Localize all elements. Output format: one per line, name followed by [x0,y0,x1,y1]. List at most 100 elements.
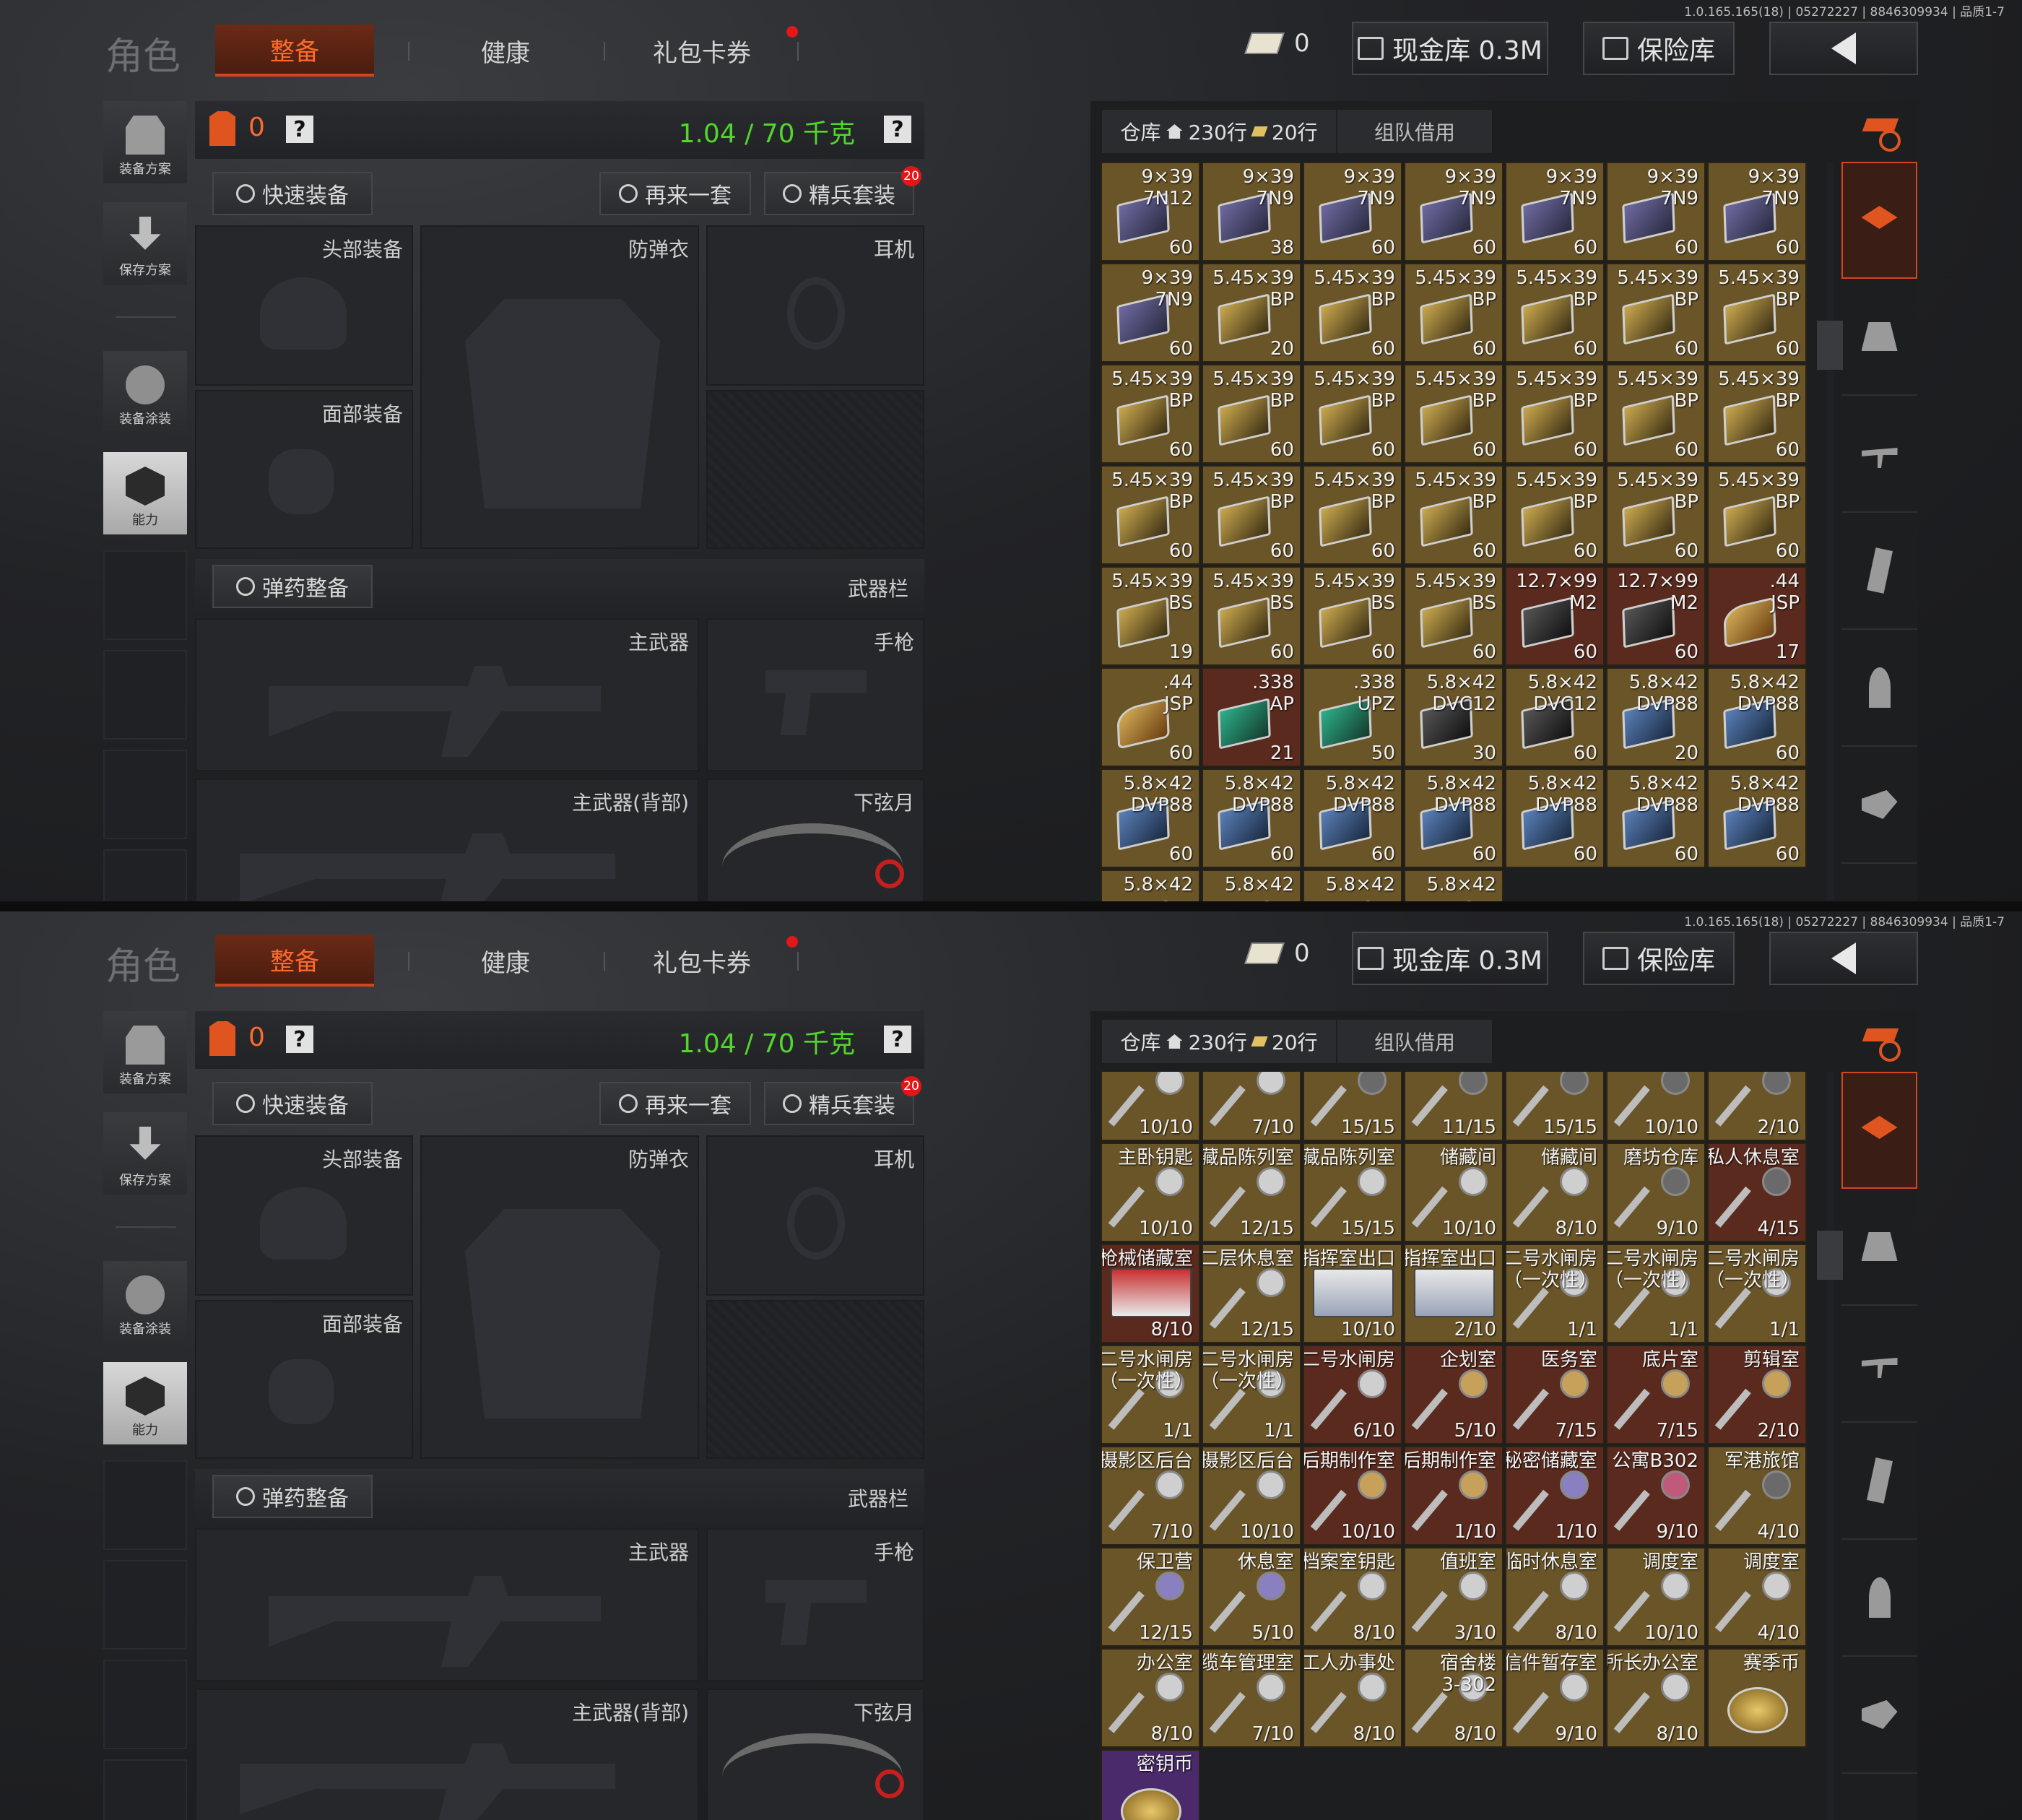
ammo-item[interactable]: 9×39 7N9 38 [1202,162,1301,261]
ammo-item[interactable]: 5.45×39 BP 60 [1202,364,1301,464]
ammo-item[interactable]: 5.8×42 DVP88 60 [1404,768,1504,868]
key-item[interactable]: 磨坊仓库 9/10 [1606,1143,1706,1242]
cash-vault-button[interactable]: 现金库 0.3M [1352,932,1548,985]
ammo-item[interactable]: 9×39 7N12 60 [1101,162,1200,261]
ammo-prep-button[interactable]: 弹药整备 [212,1475,373,1518]
tab-gift-cards[interactable]: 礼包卡券 [622,25,781,77]
key-item[interactable]: 值班室 3/10 [1404,1547,1504,1647]
cash-vault-button[interactable]: 现金库 0.3M [1352,22,1548,75]
nav-loadout-plan[interactable]: 装备方案 [103,1011,187,1093]
tab-health[interactable]: 健康 [426,25,585,77]
armor-help-icon[interactable]: ? [286,1026,313,1053]
tab-equip[interactable]: 整备 [215,935,374,987]
headset-slot[interactable]: 耳机 [706,225,924,386]
face-gear-slot[interactable]: 面部装备 [195,1300,413,1459]
filter-gear[interactable] [1841,279,1917,396]
ammo-item[interactable]: 5.8×42 DVP88 60 [1606,768,1706,868]
scroll-thumb[interactable] [1817,321,1843,370]
filter-weapons[interactable] [1841,1306,1917,1423]
ammo-item[interactable]: 5.8×42 DVC12 30 [1404,667,1504,767]
key-item[interactable]: 军港旅馆 4/10 [1707,1446,1807,1546]
quick-equip-button[interactable]: 快速装备 [212,1082,373,1125]
safe-box-button[interactable]: 保险库 [1583,932,1735,985]
ammo-item[interactable]: .44 JSP 17 [1707,566,1807,666]
filter-magazines[interactable] [1841,513,1917,630]
key-item[interactable]: 剪辑室 2/10 [1707,1345,1807,1444]
nav-loadout-plan[interactable]: 装备方案 [103,101,187,183]
ammo-item[interactable]: 5.45×39 BP 60 [1606,364,1706,464]
key-item[interactable]: 二号水闸房 （一次性） 1/1 [1505,1244,1605,1343]
nav-save-plan[interactable]: 保存方案 [103,1112,187,1195]
nav-equipment-paint[interactable]: 装备涂装 [103,351,187,433]
head-gear-slot[interactable]: 头部装备 [195,1135,413,1296]
filter-all[interactable] [1841,162,1917,279]
key-item[interactable]: 摄影区后台 7/10 [1101,1446,1200,1546]
pistol-slot[interactable]: 手枪 [706,1528,924,1681]
key-item[interactable]: 公寓B302 9/10 [1606,1446,1706,1546]
scroll-thumb[interactable] [1817,1231,1843,1280]
filter-weapons[interactable] [1841,396,1917,513]
nav-ability[interactable]: 能力 [103,452,187,534]
ammo-item[interactable]: 5.45×39 BP 60 [1404,465,1504,565]
primary-back-slot[interactable]: 主武器(背部) [195,1689,699,1820]
key-item[interactable]: 二层休息室 12/15 [1202,1244,1301,1343]
key-item[interactable]: 15/15 [1505,1072,1605,1141]
key-item[interactable]: 15/15 [1303,1072,1402,1141]
ammo-item[interactable]: 5.45×39 BP 60 [1707,465,1807,565]
coupon-counter[interactable]: 0 [1244,939,1310,968]
coupon-counter[interactable]: 0 [1244,29,1310,58]
key-item[interactable]: 7/10 [1202,1072,1301,1141]
ammo-item[interactable]: .44 JSP 60 [1101,667,1200,767]
key-item[interactable]: 11/15 [1404,1072,1504,1141]
nav-equipment-paint[interactable]: 装备涂装 [103,1261,187,1343]
tab-warehouse[interactable]: 仓库 230行 20行 [1102,1020,1337,1063]
key-item[interactable]: 指挥室出口 10/10 [1303,1244,1402,1343]
ammo-item[interactable]: 9×39 7N9 60 [1404,162,1504,261]
sort-refresh-button[interactable] [1860,108,1905,153]
repeat-loadout-button[interactable]: 再来一套 [599,1082,751,1125]
key-item[interactable]: 档案室钥匙 8/10 [1303,1547,1402,1647]
ammo-item[interactable]: 5.45×39 BP 60 [1202,465,1301,565]
ammo-item[interactable]: 12.7×99 M2 60 [1606,566,1706,666]
key-item[interactable]: 藏品陈列室 12/15 [1202,1143,1301,1242]
ammo-item[interactable]: 9×39 7N9 60 [1606,162,1706,261]
storage-scrollbar[interactable] [1817,162,1843,910]
key-item[interactable]: 二号水闸房 （一次性） 1/1 [1202,1345,1301,1444]
key-item[interactable]: 10/10 [1606,1072,1706,1141]
nav-ability[interactable]: 能力 [103,1362,187,1444]
key-item[interactable]: 枪械储藏室 8/10 [1101,1244,1200,1343]
key-item[interactable]: 二号水闸房 （一次性） 1/1 [1707,1244,1807,1343]
key-item[interactable]: 办公室 8/10 [1101,1648,1200,1748]
ammo-item[interactable]: .338 UPZ 50 [1303,667,1402,767]
key-item[interactable]: 所长办公室 8/10 [1606,1648,1706,1748]
ammo-item[interactable]: 5.45×39 BP 60 [1101,465,1200,565]
key-item[interactable]: 医务室 7/15 [1505,1345,1605,1444]
ammo-item[interactable]: 5.8×42 DVP88 60 [1303,768,1402,868]
key-item[interactable]: 后期制作室 10/10 [1303,1446,1402,1546]
filter-attachments[interactable] [1841,1657,1917,1774]
key-item[interactable]: 二号水闸房 6/10 [1303,1345,1402,1444]
key-item[interactable]: 主卧钥匙 10/10 [1101,1143,1200,1242]
key-item[interactable]: 密钥币 [1101,1749,1200,1820]
melee-slot[interactable]: 下弦月 [706,779,924,910]
filter-ammo[interactable] [1841,1540,1917,1657]
armor-help-icon[interactable]: ? [286,116,313,143]
filter-gear[interactable] [1841,1189,1917,1306]
headset-slot[interactable]: 耳机 [706,1135,924,1296]
tab-equip[interactable]: 整备 [215,25,374,77]
filter-all[interactable] [1841,1072,1917,1189]
ammo-item[interactable]: 5.8×42 DVP88 60 [1101,768,1200,868]
ammo-item[interactable]: 5.8×42 DVP88 60 [1505,768,1605,868]
elite-kit-button[interactable]: 精兵套装 20 [764,1076,921,1125]
ammo-item[interactable]: 5.8×42 DVP88 60 [1707,768,1807,868]
ammo-item[interactable]: 5.8×42 DVP88 60 [1707,667,1807,767]
ammo-item[interactable]: 9×39 7N9 60 [1707,162,1807,261]
tab-team-borrow[interactable]: 组队借用 [1337,1027,1492,1056]
ammo-item[interactable]: 5.45×39 BP 60 [1404,364,1504,464]
ammo-item[interactable]: 5.45×39 BP 60 [1404,263,1504,363]
primary-weapon-slot[interactable]: 主武器 [195,618,699,771]
key-item[interactable]: 休息室 5/10 [1202,1547,1301,1647]
ammo-item[interactable]: 5.8×42 DVP88 20 [1606,667,1706,767]
tab-health[interactable]: 健康 [426,935,585,987]
key-item[interactable]: 二号水闸房 （一次性） 1/1 [1101,1345,1200,1444]
